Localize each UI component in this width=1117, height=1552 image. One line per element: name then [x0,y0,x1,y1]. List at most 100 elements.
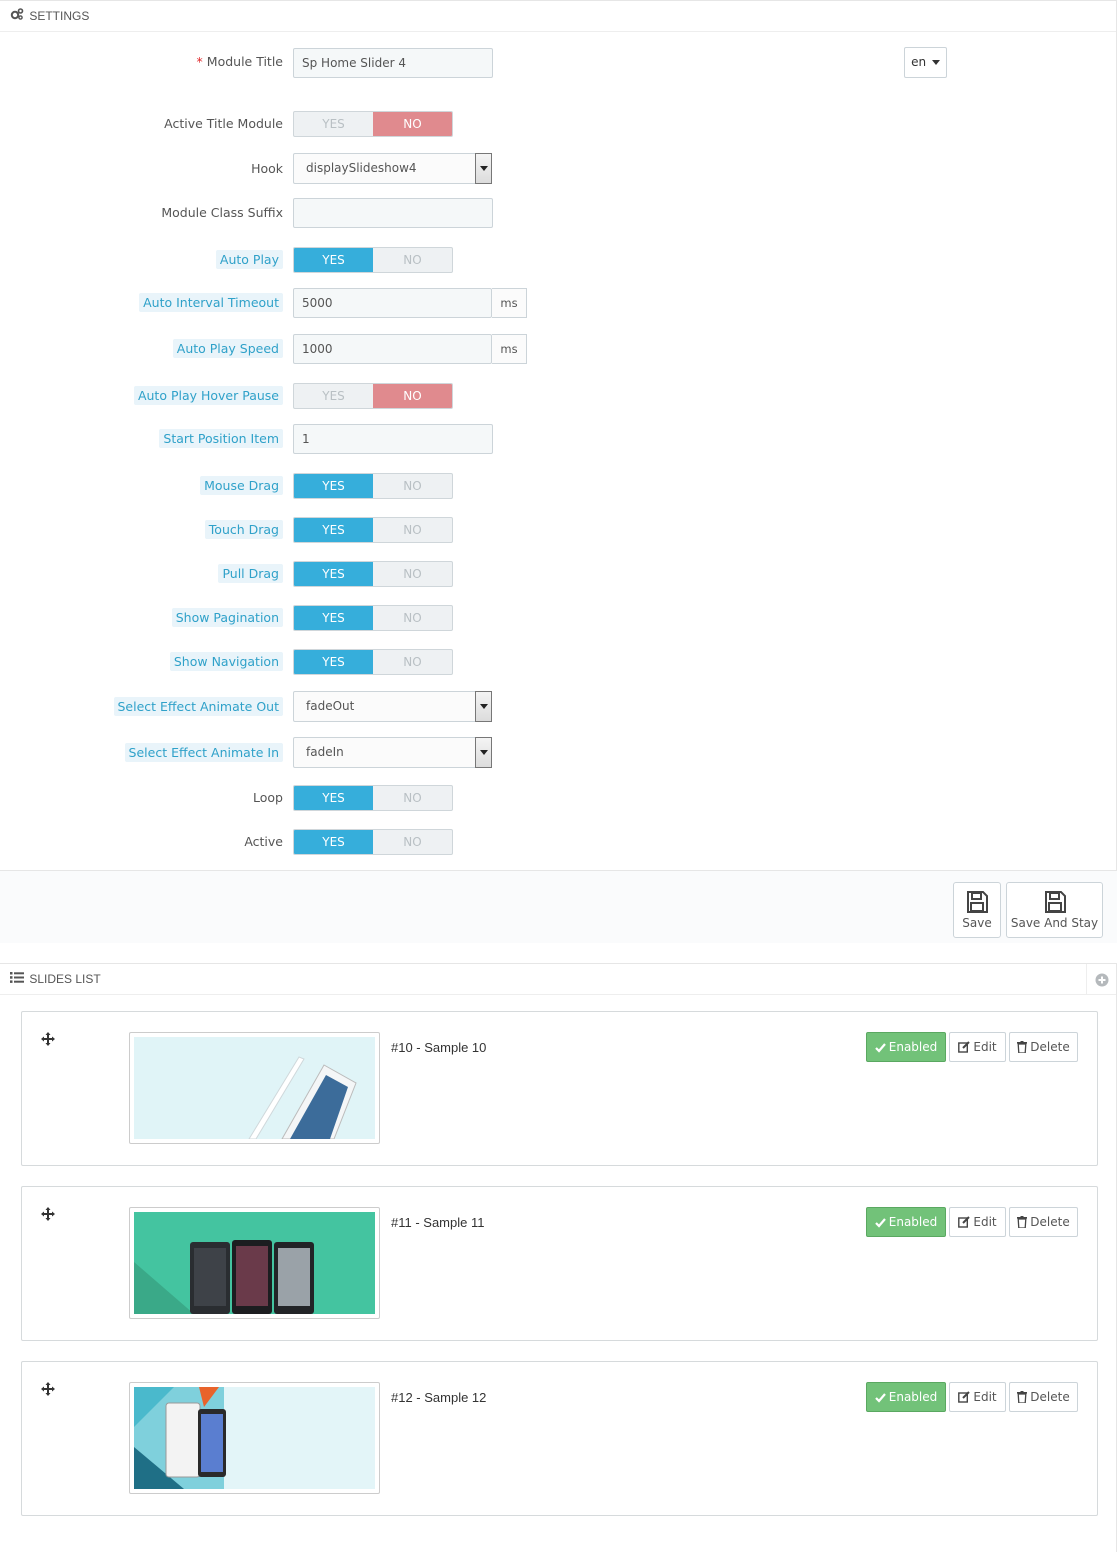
check-icon [874,1385,886,1413]
delete-button[interactable]: Delete [1009,1207,1078,1237]
enabled-toggle-button[interactable]: Enabled [866,1032,946,1062]
show-pagination-label-text: Show Pagination [171,608,283,627]
switch-yes[interactable]: YES [294,830,373,854]
edit-button[interactable]: Edit [949,1207,1006,1237]
move-handle-icon[interactable] [41,1032,55,1049]
loop-switch[interactable]: YES NO [293,785,453,811]
enabled-toggle-button[interactable]: Enabled [866,1382,946,1412]
module-class-suffix-label: Module Class Suffix [161,205,283,220]
settings-footer: Save Save And Stay [0,870,1117,943]
touch-drag-label: Touch Drag [204,517,283,543]
slides-heading: SLIDES LIST [0,964,1116,995]
auto-play-hover-pause-switch[interactable]: YES NO [293,383,453,409]
switch-yes[interactable]: YES [294,384,373,408]
animate-out-select[interactable]: fadeOut [293,691,492,722]
slide-title: #10 - Sample 10 [391,1040,487,1055]
pull-drag-switch[interactable]: YES NO [293,561,453,587]
edit-button[interactable]: Edit [949,1032,1006,1062]
dropdown-arrow-icon[interactable] [475,691,492,722]
auto-interval-timeout-input[interactable]: 5000 [293,288,492,318]
show-pagination-switch[interactable]: YES NO [293,605,453,631]
delete-label: Delete [1030,1215,1070,1229]
required-mark: * [196,54,203,69]
check-icon [874,1035,886,1063]
switch-no[interactable]: NO [373,518,452,542]
save-and-stay-button[interactable]: Save And Stay [1006,882,1103,938]
edit-icon [958,1210,971,1238]
animate-out-label-text: Select Effect Animate Out [113,697,283,716]
touch-drag-switch[interactable]: YES NO [293,517,453,543]
switch-no[interactable]: NO [373,248,452,272]
animate-in-value: fadeIn [306,745,344,759]
auto-play-speed-input[interactable]: 1000 [293,334,492,364]
module-title-label: * Module Title [197,48,283,76]
language-label: en [911,55,927,69]
active-title-module-label: Active Title Module [164,116,283,131]
save-label: Save [962,916,992,930]
slide-item: #12 - Sample 12 Enabled Edit Delete [21,1361,1098,1516]
edit-button[interactable]: Edit [949,1382,1006,1412]
touch-drag-label-text: Touch Drag [204,520,283,539]
active-title-module-switch[interactable]: YES NO [293,111,453,137]
add-slide-button[interactable] [1086,964,1116,995]
show-pagination-label: Show Pagination [171,605,283,631]
slide-thumbnail [129,1207,380,1319]
hook-label: Hook [251,161,283,176]
enabled-label: Enabled [888,1040,938,1054]
auto-play-label-text: Auto Play [215,250,283,269]
delete-button[interactable]: Delete [1009,1032,1078,1062]
auto-play-speed-label: Auto Play Speed [172,334,283,364]
switch-no[interactable]: NO [373,562,452,586]
delete-label: Delete [1030,1040,1070,1054]
switch-no[interactable]: NO [373,830,452,854]
mouse-drag-switch[interactable]: YES NO [293,473,453,499]
auto-interval-timeout-label: Auto Interval Timeout [139,288,283,318]
switch-yes[interactable]: YES [294,606,373,630]
edit-label: Edit [973,1040,997,1054]
dropdown-arrow-icon[interactable] [475,153,492,184]
save-button[interactable]: Save [953,882,1001,938]
move-handle-icon[interactable] [41,1207,55,1224]
mouse-drag-label-text: Mouse Drag [200,476,283,495]
check-icon [874,1210,886,1238]
show-navigation-switch[interactable]: YES NO [293,649,453,675]
hook-select[interactable]: displaySlideshow4 [293,153,492,184]
switch-no[interactable]: NO [373,786,452,810]
active-switch[interactable]: YES NO [293,829,453,855]
module-title-label-text: Module Title [206,54,283,69]
start-position-item-input[interactable]: 1 [293,424,493,454]
slides-heading-label: SLIDES LIST [29,972,101,986]
switch-yes[interactable]: YES [294,248,373,272]
switch-yes[interactable]: YES [294,474,373,498]
switch-yes[interactable]: YES [294,112,373,136]
language-dropdown[interactable]: en [904,47,947,78]
save-and-stay-label: Save And Stay [1010,916,1099,930]
animate-in-select[interactable]: fadeIn [293,737,492,768]
switch-no[interactable]: NO [373,650,452,674]
ms-addon: ms [492,288,527,318]
auto-interval-timeout-label-text: Auto Interval Timeout [139,293,283,312]
mouse-drag-label: Mouse Drag [200,473,283,499]
move-handle-icon[interactable] [41,1382,55,1399]
switch-yes[interactable]: YES [294,562,373,586]
slide-item: #11 - Sample 11 Enabled Edit Delete [21,1186,1098,1341]
dropdown-arrow-icon[interactable] [475,737,492,768]
module-title-input[interactable]: Sp Home Slider 4 [293,48,493,78]
switch-yes[interactable]: YES [294,650,373,674]
switch-yes[interactable]: YES [294,518,373,542]
auto-play-label: Auto Play [215,247,283,273]
switch-no[interactable]: NO [373,474,452,498]
delete-button[interactable]: Delete [1009,1382,1078,1412]
settings-heading: SETTINGS [0,1,1116,32]
auto-play-hover-pause-label-text: Auto Play Hover Pause [133,386,283,405]
hook-select-value: displaySlideshow4 [306,161,417,175]
switch-no[interactable]: NO [373,112,452,136]
switch-yes[interactable]: YES [294,786,373,810]
enabled-toggle-button[interactable]: Enabled [866,1207,946,1237]
plus-circle-icon [1095,973,1108,987]
auto-play-switch[interactable]: YES NO [293,247,453,273]
switch-no[interactable]: NO [373,606,452,630]
module-class-suffix-input[interactable] [293,198,493,228]
enabled-label: Enabled [888,1390,938,1404]
switch-no[interactable]: NO [373,384,452,408]
